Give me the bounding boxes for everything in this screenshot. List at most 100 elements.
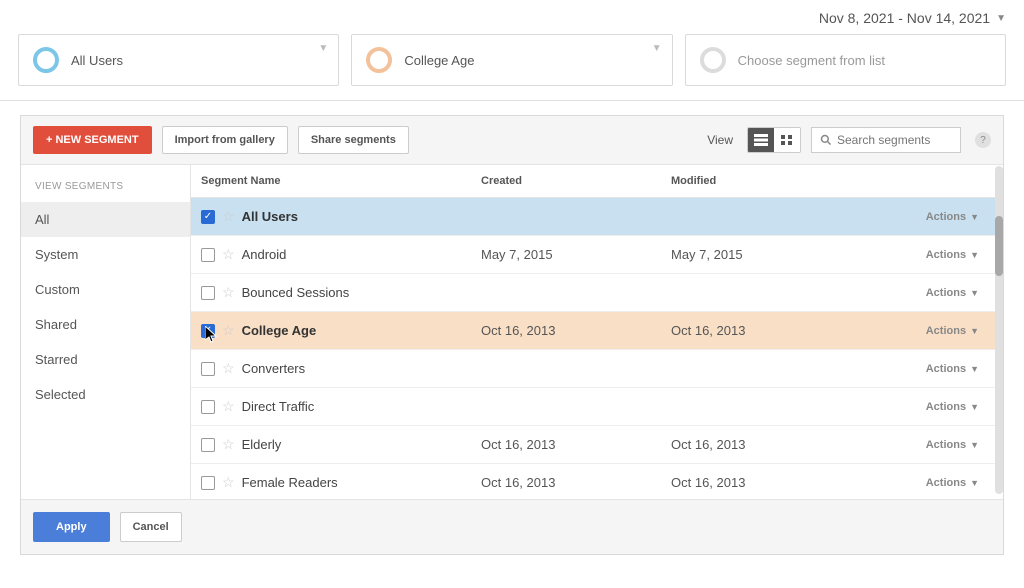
modified-cell: May 7, 2015 (661, 236, 851, 273)
view-grid-button[interactable] (774, 128, 800, 152)
chevron-down-icon: ▼ (996, 13, 1006, 24)
modified-cell (661, 274, 851, 311)
col-header-modified[interactable]: Modified (661, 165, 851, 197)
modified-cell (661, 198, 851, 235)
segment-name: Converters (242, 361, 306, 376)
chevron-down-icon: ▼ (970, 250, 979, 260)
apply-button[interactable]: Apply (33, 512, 110, 542)
list-icon (754, 134, 768, 146)
sidebar: VIEW SEGMENTS All System Custom Shared S… (21, 165, 191, 499)
chevron-down-icon: ▼ (970, 212, 979, 222)
segment-card-college-age[interactable]: College Age ▼ (351, 34, 672, 86)
import-button[interactable]: Import from gallery (162, 126, 288, 154)
segment-name: College Age (242, 323, 317, 338)
share-button[interactable]: Share segments (298, 126, 409, 154)
checkbox[interactable] (201, 362, 215, 376)
segment-card-all-users[interactable]: All Users ▼ (18, 34, 339, 86)
modified-cell (661, 350, 851, 387)
date-range-text: Nov 8, 2021 - Nov 14, 2021 (819, 10, 990, 26)
table-row[interactable]: ☆ College Age Oct 16, 2013 Oct 16, 2013 … (191, 312, 1003, 350)
checkbox[interactable] (201, 400, 215, 414)
actions-dropdown[interactable]: Actions▼ (926, 249, 979, 261)
chevron-down-icon: ▼ (318, 43, 328, 54)
star-icon[interactable]: ☆ (222, 284, 235, 301)
view-toggle (747, 127, 801, 153)
scrollbar[interactable] (995, 166, 1003, 494)
actions-dropdown[interactable]: Actions▼ (926, 325, 979, 337)
table-row[interactable]: ☆ Direct Traffic Actions▼ (191, 388, 1003, 426)
scrollbar-thumb[interactable] (995, 216, 1003, 276)
actions-dropdown[interactable]: Actions▼ (926, 211, 979, 223)
star-icon[interactable]: ☆ (222, 398, 235, 415)
segment-card-choose[interactable]: Choose segment from list (685, 34, 1006, 86)
table-row[interactable]: ☆ Bounced Sessions Actions▼ (191, 274, 1003, 312)
checkbox[interactable] (201, 286, 215, 300)
actions-dropdown[interactable]: Actions▼ (926, 287, 979, 299)
col-header-actions (851, 165, 1003, 197)
actions-dropdown[interactable]: Actions▼ (926, 477, 979, 489)
sidebar-item-shared[interactable]: Shared (21, 307, 190, 342)
created-cell: Oct 16, 2013 (471, 426, 661, 463)
chevron-down-icon: ▼ (970, 364, 979, 374)
table-row[interactable]: ☆ All Users Actions▼ (191, 198, 1003, 236)
created-cell (471, 198, 661, 235)
star-icon[interactable]: ☆ (222, 246, 235, 263)
star-icon[interactable]: ☆ (222, 474, 235, 491)
star-icon[interactable]: ☆ (222, 208, 235, 225)
chevron-down-icon: ▼ (652, 43, 662, 54)
col-header-name[interactable]: Segment Name (191, 165, 471, 197)
segment-card-label: College Age (404, 53, 474, 68)
actions-dropdown[interactable]: Actions▼ (926, 401, 979, 413)
chevron-down-icon: ▼ (970, 440, 979, 450)
star-icon[interactable]: ☆ (222, 322, 235, 339)
help-icon[interactable]: ? (975, 132, 991, 148)
sidebar-item-system[interactable]: System (21, 237, 190, 272)
checkbox[interactable] (201, 248, 215, 262)
segment-circle-icon (700, 47, 726, 73)
checkbox[interactable] (201, 324, 215, 338)
star-icon[interactable]: ☆ (222, 436, 235, 453)
search-box[interactable] (811, 127, 961, 153)
segment-name: Elderly (242, 437, 282, 452)
segment-circle-icon (366, 47, 392, 73)
table-row[interactable]: ☆ Converters Actions▼ (191, 350, 1003, 388)
chevron-down-icon: ▼ (970, 402, 979, 412)
sidebar-item-all[interactable]: All (21, 202, 190, 237)
modified-cell: Oct 16, 2013 (661, 312, 851, 349)
actions-dropdown[interactable]: Actions▼ (926, 439, 979, 451)
search-input[interactable] (837, 133, 952, 147)
col-header-created[interactable]: Created (471, 165, 661, 197)
sidebar-title: VIEW SEGMENTS (21, 165, 190, 202)
checkbox[interactable] (201, 210, 215, 224)
checkbox[interactable] (201, 438, 215, 452)
grid-icon (780, 134, 794, 146)
table-row[interactable]: ☆ Android May 7, 2015 May 7, 2015 Action… (191, 236, 1003, 274)
segment-name: All Users (242, 209, 298, 224)
created-cell (471, 388, 661, 425)
checkbox[interactable] (201, 476, 215, 490)
date-range-picker[interactable]: Nov 8, 2021 - Nov 14, 2021 ▼ (18, 10, 1006, 34)
created-cell: Oct 16, 2013 (471, 464, 661, 499)
view-list-button[interactable] (748, 128, 774, 152)
star-icon[interactable]: ☆ (222, 360, 235, 377)
segments-table: Segment Name Created Modified ☆ All User… (191, 165, 1003, 499)
modified-cell (661, 388, 851, 425)
actions-dropdown[interactable]: Actions▼ (926, 363, 979, 375)
sidebar-item-starred[interactable]: Starred (21, 342, 190, 377)
segment-name: Android (242, 247, 287, 262)
chevron-down-icon: ▼ (970, 478, 979, 488)
segments-panel: + NEW SEGMENT Import from gallery Share … (20, 115, 1004, 555)
new-segment-button[interactable]: + NEW SEGMENT (33, 126, 152, 154)
table-row[interactable]: ☆ Female Readers Oct 16, 2013 Oct 16, 20… (191, 464, 1003, 499)
cancel-button[interactable]: Cancel (120, 512, 182, 542)
segment-circle-icon (33, 47, 59, 73)
segment-card-label: Choose segment from list (738, 53, 885, 68)
view-label: View (707, 133, 733, 147)
chevron-down-icon: ▼ (970, 288, 979, 298)
created-cell: Oct 16, 2013 (471, 312, 661, 349)
sidebar-item-custom[interactable]: Custom (21, 272, 190, 307)
created-cell (471, 350, 661, 387)
created-cell: May 7, 2015 (471, 236, 661, 273)
sidebar-item-selected[interactable]: Selected (21, 377, 190, 412)
table-row[interactable]: ☆ Elderly Oct 16, 2013 Oct 16, 2013 Acti… (191, 426, 1003, 464)
